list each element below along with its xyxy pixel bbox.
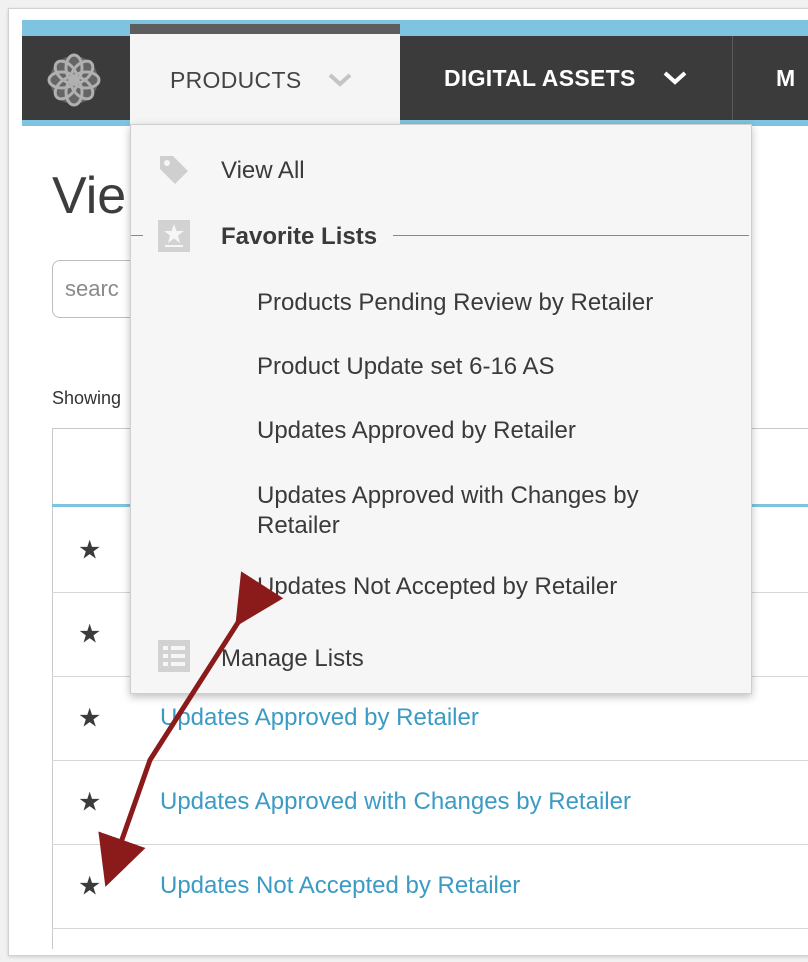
view-all-menu-item[interactable]: View All — [221, 157, 305, 185]
nav-more-label: M — [776, 64, 796, 91]
page-title: Vie — [52, 167, 127, 225]
table-row[interactable]: ★ Updates Not Accepted by Retailer — [52, 844, 808, 929]
favorite-list-item[interactable]: Updates Approved by Retailer — [257, 417, 576, 445]
nav-digital-assets-tab[interactable]: DIGITAL ASSETS — [444, 36, 688, 120]
nav-products-tab[interactable]: PRODUCTS — [130, 24, 400, 126]
row-link[interactable]: Updates Not Accepted by Retailer — [160, 872, 520, 900]
favorite-list-item[interactable]: Product Update set 6-16 AS — [257, 353, 555, 381]
chevron-down-icon — [327, 67, 353, 94]
nav-more-tab[interactable]: M — [776, 36, 795, 120]
tag-icon — [157, 153, 191, 192]
nav-separator — [732, 36, 733, 120]
favorite-lists-heading: Favorite Lists — [221, 223, 378, 250]
star-icon[interactable]: ★ — [78, 703, 101, 734]
favorite-list-icon — [157, 219, 191, 258]
showing-count: Showing — [52, 388, 122, 408]
divider — [131, 235, 143, 236]
nav-products-label: PRODUCTS — [170, 66, 302, 93]
favorite-list-item[interactable]: Updates Not Accepted by Retailer — [257, 573, 617, 601]
divider — [393, 235, 749, 236]
search-placeholder: searc — [65, 276, 119, 301]
chevron-down-icon — [662, 65, 688, 92]
list-icon — [157, 639, 191, 678]
manage-lists-menu-item[interactable]: Manage Lists — [221, 645, 364, 673]
star-icon[interactable]: ★ — [78, 787, 101, 818]
favorite-list-item[interactable]: Updates Approved with Changes by Retaile… — [257, 481, 707, 541]
nav-digital-assets-label: DIGITAL ASSETS — [444, 64, 636, 91]
row-link[interactable]: Updates Approved by Retailer — [160, 704, 479, 732]
star-icon[interactable]: ★ — [78, 871, 101, 902]
flower-logo-icon[interactable] — [44, 50, 104, 110]
favorite-list-item[interactable]: Products Pending Review by Retailer — [257, 289, 653, 317]
row-link[interactable]: Updates Approved with Changes by Retaile… — [160, 788, 631, 816]
star-icon[interactable]: ★ — [78, 619, 101, 650]
star-icon[interactable]: ★ — [78, 535, 101, 566]
products-dropdown-menu: View All Favorite Lists Products Pending… — [130, 124, 752, 694]
table-row[interactable]: ★ Updates Approved with Changes by Retai… — [52, 760, 808, 845]
